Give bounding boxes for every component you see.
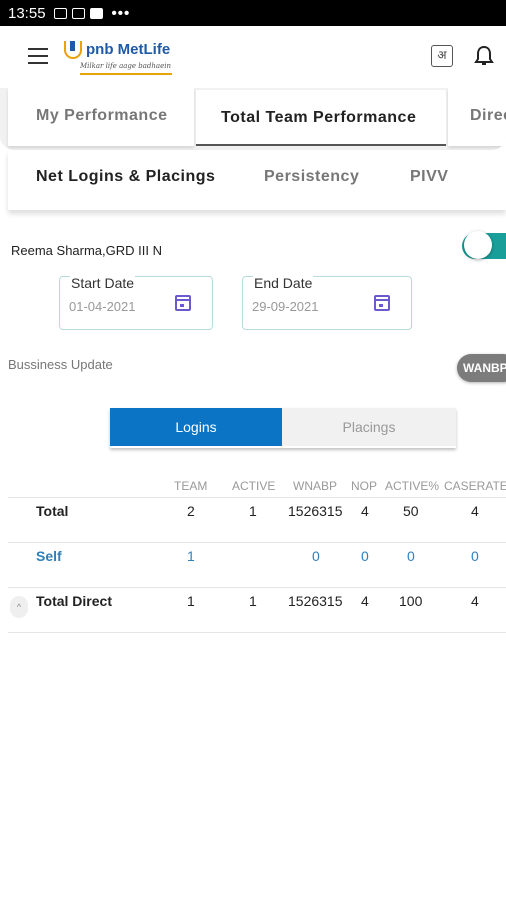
- start-date-label: Start Date: [70, 275, 136, 291]
- tab-total-team-performance[interactable]: Total Team Performance: [196, 90, 446, 146]
- image-icon: [53, 7, 67, 19]
- logo-tagline: Milkar life aage badhaein: [80, 62, 171, 70]
- column-header: CASERATE: [444, 479, 506, 493]
- table-row-self[interactable]: Self 1 0 0 0 0: [8, 543, 506, 588]
- logins-placings-toggle: Logins Placings: [110, 408, 456, 448]
- tab-label: My Performance: [36, 107, 168, 124]
- expand-icon[interactable]: ^: [10, 596, 28, 618]
- end-date-label: End Date: [253, 275, 314, 291]
- table-row-total: Total 2 1 1526315 4 50 4: [8, 498, 506, 543]
- logins-button[interactable]: Logins: [110, 408, 282, 446]
- logo-text: pnb MetLife: [86, 41, 171, 58]
- performance-table: TEAM ACTIVE WNABP NOP ACTIVE% CASERATE T…: [8, 476, 506, 633]
- cell-caserate: 0: [471, 548, 479, 564]
- calendar-icon[interactable]: [374, 295, 390, 311]
- row-label: Total: [36, 503, 69, 519]
- calendar-icon[interactable]: [175, 295, 191, 311]
- cell-wnabp: 0: [312, 548, 320, 564]
- pnb-metlife-logo: pnb MetLife Milkar life aage badhaein: [64, 40, 176, 78]
- youtube-icon: [89, 7, 103, 19]
- subtab-pivv[interactable]: PIVV: [410, 168, 448, 186]
- cell-nop: 4: [361, 593, 369, 609]
- cell-active-pct: 0: [407, 548, 415, 564]
- subtab-net-logins-placings[interactable]: Net Logins & Placings: [36, 168, 215, 186]
- cell-wnabp: 1526315: [288, 503, 343, 519]
- view-toggle[interactable]: [462, 229, 506, 261]
- start-date-value: 01-04-2021: [69, 299, 136, 314]
- cell-team: 1: [187, 593, 195, 609]
- business-update-label: Bussiness Update: [8, 357, 113, 372]
- column-header: ACTIVE: [232, 479, 276, 493]
- sub-tabs: Net Logins & Placings Persistency PIVV: [8, 150, 506, 210]
- language-icon[interactable]: अ: [431, 45, 453, 67]
- gallery-icon: [71, 7, 85, 19]
- tab-label: Direc: [470, 107, 506, 124]
- subtab-persistency[interactable]: Persistency: [264, 168, 359, 186]
- cell-active: 1: [249, 593, 257, 609]
- table-row-total-direct: ^ Total Direct 1 1 1526315 4 100 4: [8, 588, 506, 633]
- tab-label: Total Team Performance: [221, 109, 417, 126]
- status-bar: 13:55 •••: [0, 0, 506, 26]
- cell-active-pct: 100: [399, 593, 423, 609]
- table-header: TEAM ACTIVE WNABP NOP ACTIVE% CASERATE: [8, 476, 506, 498]
- logo-mark: [64, 41, 82, 59]
- cell-caserate: 4: [471, 503, 479, 519]
- row-label: Total Direct: [36, 593, 112, 609]
- bell-icon[interactable]: [474, 44, 494, 68]
- column-header: WNABP: [293, 479, 338, 493]
- end-date-field[interactable]: End Date 29-09-2021: [242, 275, 412, 330]
- cell-nop: 0: [361, 548, 369, 564]
- cell-caserate: 4: [471, 593, 479, 609]
- status-time: 13:55: [8, 4, 46, 22]
- cell-nop: 4: [361, 503, 369, 519]
- end-date-value: 29-09-2021: [252, 299, 319, 314]
- agent-name: Reema Sharma,GRD III N: [11, 243, 162, 258]
- column-header: NOP: [351, 479, 378, 493]
- placings-button[interactable]: Placings: [282, 408, 456, 446]
- cell-team: 2: [187, 503, 195, 519]
- performance-tabs: My Performance Total Team Performance Di…: [0, 88, 506, 150]
- app-header: pnb MetLife Milkar life aage badhaein अ: [0, 26, 506, 88]
- cell-wnabp: 1526315: [288, 593, 343, 609]
- more-notifications-icon: •••: [111, 4, 131, 22]
- wanbp-metric-chip[interactable]: WANBP: [457, 354, 506, 382]
- tab-direct[interactable]: Direc: [448, 88, 506, 146]
- cell-active: 1: [249, 503, 257, 519]
- cell-team: 1: [187, 548, 195, 564]
- cell-active-pct: 50: [403, 503, 419, 519]
- row-label: Self: [36, 548, 62, 564]
- tab-my-performance[interactable]: My Performance: [8, 88, 194, 146]
- menu-icon[interactable]: [28, 48, 48, 64]
- column-header: TEAM: [174, 479, 208, 493]
- start-date-field[interactable]: Start Date 01-04-2021: [59, 275, 213, 330]
- toggle-knob: [464, 231, 492, 259]
- logo-underline: [80, 73, 172, 75]
- column-header: ACTIVE%: [385, 479, 440, 493]
